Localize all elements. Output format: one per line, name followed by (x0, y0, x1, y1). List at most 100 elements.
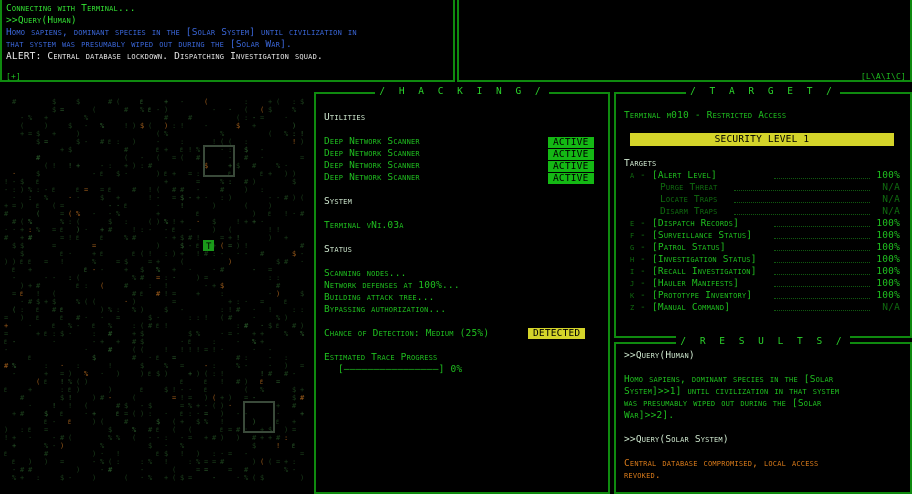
map-tile: - (244, 250, 248, 258)
map-tile: + (228, 234, 232, 242)
map-tile: ) (108, 386, 112, 394)
map-tile: ë (268, 210, 271, 218)
map-tile: ( (68, 210, 72, 218)
map-tile: ë (100, 250, 103, 258)
map-tile: · (28, 322, 32, 330)
map-tile: - (108, 202, 112, 210)
map-tile: - (236, 330, 240, 338)
map-tile: ( (44, 162, 48, 170)
map-tile: · (220, 346, 224, 354)
utility-name[interactable]: Deep Network Scanner (324, 148, 420, 160)
utilities-heading: Utilities (324, 112, 366, 123)
map-tile: + (44, 114, 48, 122)
map-tile: · (196, 218, 200, 226)
target-row[interactable]: h - [Investigation Status] 100% (624, 254, 900, 266)
map-tile: + (172, 234, 176, 242)
target-row[interactable]: k - [Prototype Inventory] 100% (624, 290, 900, 302)
map-tile: ) (20, 186, 24, 194)
map-tile: ! (292, 138, 296, 146)
log-corner-left[interactable]: [+] (6, 72, 21, 81)
map-tile: - (140, 402, 144, 410)
map-tile: ( (12, 306, 16, 314)
map-view[interactable]: # $ $ #(ë + -(: +(: $ $ =(#% ë -) - ·(($% -% +% # #(: - = ·(… (0, 92, 312, 491)
map-tile: - (268, 290, 272, 298)
map-tile: + (28, 282, 32, 290)
map-tile: % (44, 194, 49, 202)
status-line: Network defenses at 100%... (324, 280, 460, 291)
log-corner-right[interactable]: [L\A\I\C] (861, 72, 906, 81)
map-tile: = (188, 474, 192, 482)
map-tile: ! (148, 186, 152, 194)
map-tile: # (292, 322, 297, 330)
map-tile: # (252, 434, 257, 442)
target-value: 100% (876, 230, 900, 241)
map-tile: ( (172, 426, 176, 434)
map-tile: ) (252, 458, 256, 466)
map-tile: ë (28, 426, 31, 434)
utility-name[interactable]: Deep Network Scanner (324, 160, 420, 172)
map-tile: - (180, 434, 184, 442)
target-row[interactable]: z - [Manual Command] N/A (624, 302, 900, 314)
map-tile: - (12, 178, 16, 186)
map-tile: ë (108, 138, 111, 146)
map-tile: $ (300, 290, 304, 298)
map-tile: % (196, 330, 201, 338)
map-tile: ) (44, 122, 48, 130)
map-tile: ( (156, 130, 160, 138)
map-tile: ( (132, 346, 136, 354)
map-tile: = (204, 274, 208, 282)
map-tile: ë (148, 106, 151, 114)
map-tile: - (252, 266, 256, 274)
target-row[interactable]: i - [Recall Investigation] 100% (624, 266, 900, 278)
map-tile: ! (52, 162, 56, 170)
target-value: 100% (876, 278, 900, 289)
target-label: Purge Threat (660, 182, 718, 193)
map-tile: : (292, 306, 296, 314)
map-tile: % (148, 458, 153, 466)
target-row[interactable]: e - [Dispatch Records] 100% (624, 218, 900, 230)
map-tile: - (84, 138, 88, 146)
map-tile: = (60, 202, 64, 210)
target-row[interactable]: g - [Patrol Status] 100% (624, 242, 900, 254)
map-tile: $ (140, 266, 144, 274)
map-tile: # (20, 466, 25, 474)
map-tile: ( (36, 378, 40, 386)
target-row[interactable]: j - [Hauler Manifests] 100% (624, 278, 900, 290)
map-tile: : (212, 370, 216, 378)
map-tile: : (28, 226, 32, 234)
map-tile: ! (276, 226, 280, 234)
utility-name[interactable]: Deep Network Scanner (324, 172, 420, 184)
map-tile: = (228, 450, 232, 458)
utility-name[interactable]: Deep Network Scanner (324, 136, 420, 148)
map-tile: - (52, 442, 56, 450)
map-tile: + (100, 226, 104, 234)
map-tile: - (204, 282, 208, 290)
map-tile: # (212, 434, 217, 442)
utility-status-badge: ACTIVE (548, 172, 594, 184)
map-tile: : (284, 354, 288, 362)
target-row[interactable]: a - [Alert Level] 100% (624, 170, 900, 182)
map-tile: : (140, 162, 144, 170)
player-glyph: T (206, 242, 212, 252)
target-panel: / T A R G E T / Terminal m010 - Restrict… (614, 86, 912, 338)
target-row[interactable]: f - [Surveillance Status] 100% (624, 230, 900, 242)
map-tile: - (180, 98, 184, 106)
map-tile: + (164, 474, 168, 482)
map-tile: : (36, 186, 40, 194)
map-tile: ( (124, 154, 128, 162)
map-tile: - (108, 394, 112, 402)
map-tile: = (124, 410, 128, 418)
map-tile: : (148, 410, 152, 418)
map-tile: · (220, 450, 224, 458)
map-tile: ! (236, 218, 240, 226)
map-tile: # (12, 218, 17, 226)
detection-label: Chance of Detection: Medium (25%) (324, 328, 490, 339)
map-tile: % (84, 370, 89, 378)
map-tile: ! (172, 386, 176, 394)
map-tile: # (108, 330, 113, 338)
map-tile: + (12, 434, 16, 442)
map-tile: · (76, 194, 80, 202)
map-tile: % (76, 298, 81, 306)
map-tile: ( (116, 98, 120, 106)
map-tile: % (68, 322, 73, 330)
